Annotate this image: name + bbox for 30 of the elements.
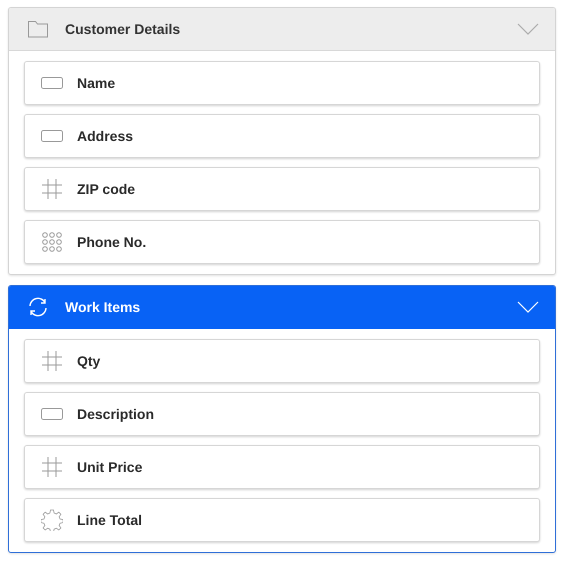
text-field-icon bbox=[41, 408, 63, 420]
section-header[interactable]: Work Items bbox=[9, 286, 555, 329]
field-label: Qty bbox=[77, 353, 100, 369]
field-row[interactable]: Line Total bbox=[24, 498, 540, 542]
hash-icon bbox=[41, 456, 63, 478]
gear-icon bbox=[41, 509, 63, 531]
section-header[interactable]: Customer Details bbox=[9, 8, 555, 51]
field-row[interactable]: Address bbox=[24, 114, 540, 158]
field-label: Line Total bbox=[77, 512, 142, 528]
hash-icon bbox=[41, 178, 63, 200]
field-row[interactable]: Phone No. bbox=[24, 220, 540, 264]
sync-icon bbox=[27, 296, 49, 318]
text-field-icon bbox=[41, 130, 63, 142]
field-row[interactable]: Unit Price bbox=[24, 445, 540, 489]
field-label: Address bbox=[77, 128, 134, 144]
field-label: Description bbox=[77, 406, 154, 422]
field-row[interactable]: Name bbox=[24, 61, 540, 105]
field-label: Name bbox=[77, 75, 116, 91]
section-title: Work Items bbox=[65, 299, 142, 315]
section-title: Customer Details bbox=[65, 21, 182, 37]
folder-icon bbox=[27, 18, 49, 40]
field-label: Unit Price bbox=[77, 459, 142, 475]
field-label: ZIP code bbox=[77, 181, 136, 197]
field-label: Phone No. bbox=[77, 234, 146, 250]
field-row[interactable]: Description bbox=[24, 392, 540, 436]
text-field-icon bbox=[41, 77, 63, 89]
hash-icon bbox=[41, 350, 63, 372]
field-row[interactable]: ZIP code bbox=[24, 167, 540, 211]
keypad-icon bbox=[41, 231, 63, 253]
field-row[interactable]: Qty bbox=[24, 339, 540, 383]
